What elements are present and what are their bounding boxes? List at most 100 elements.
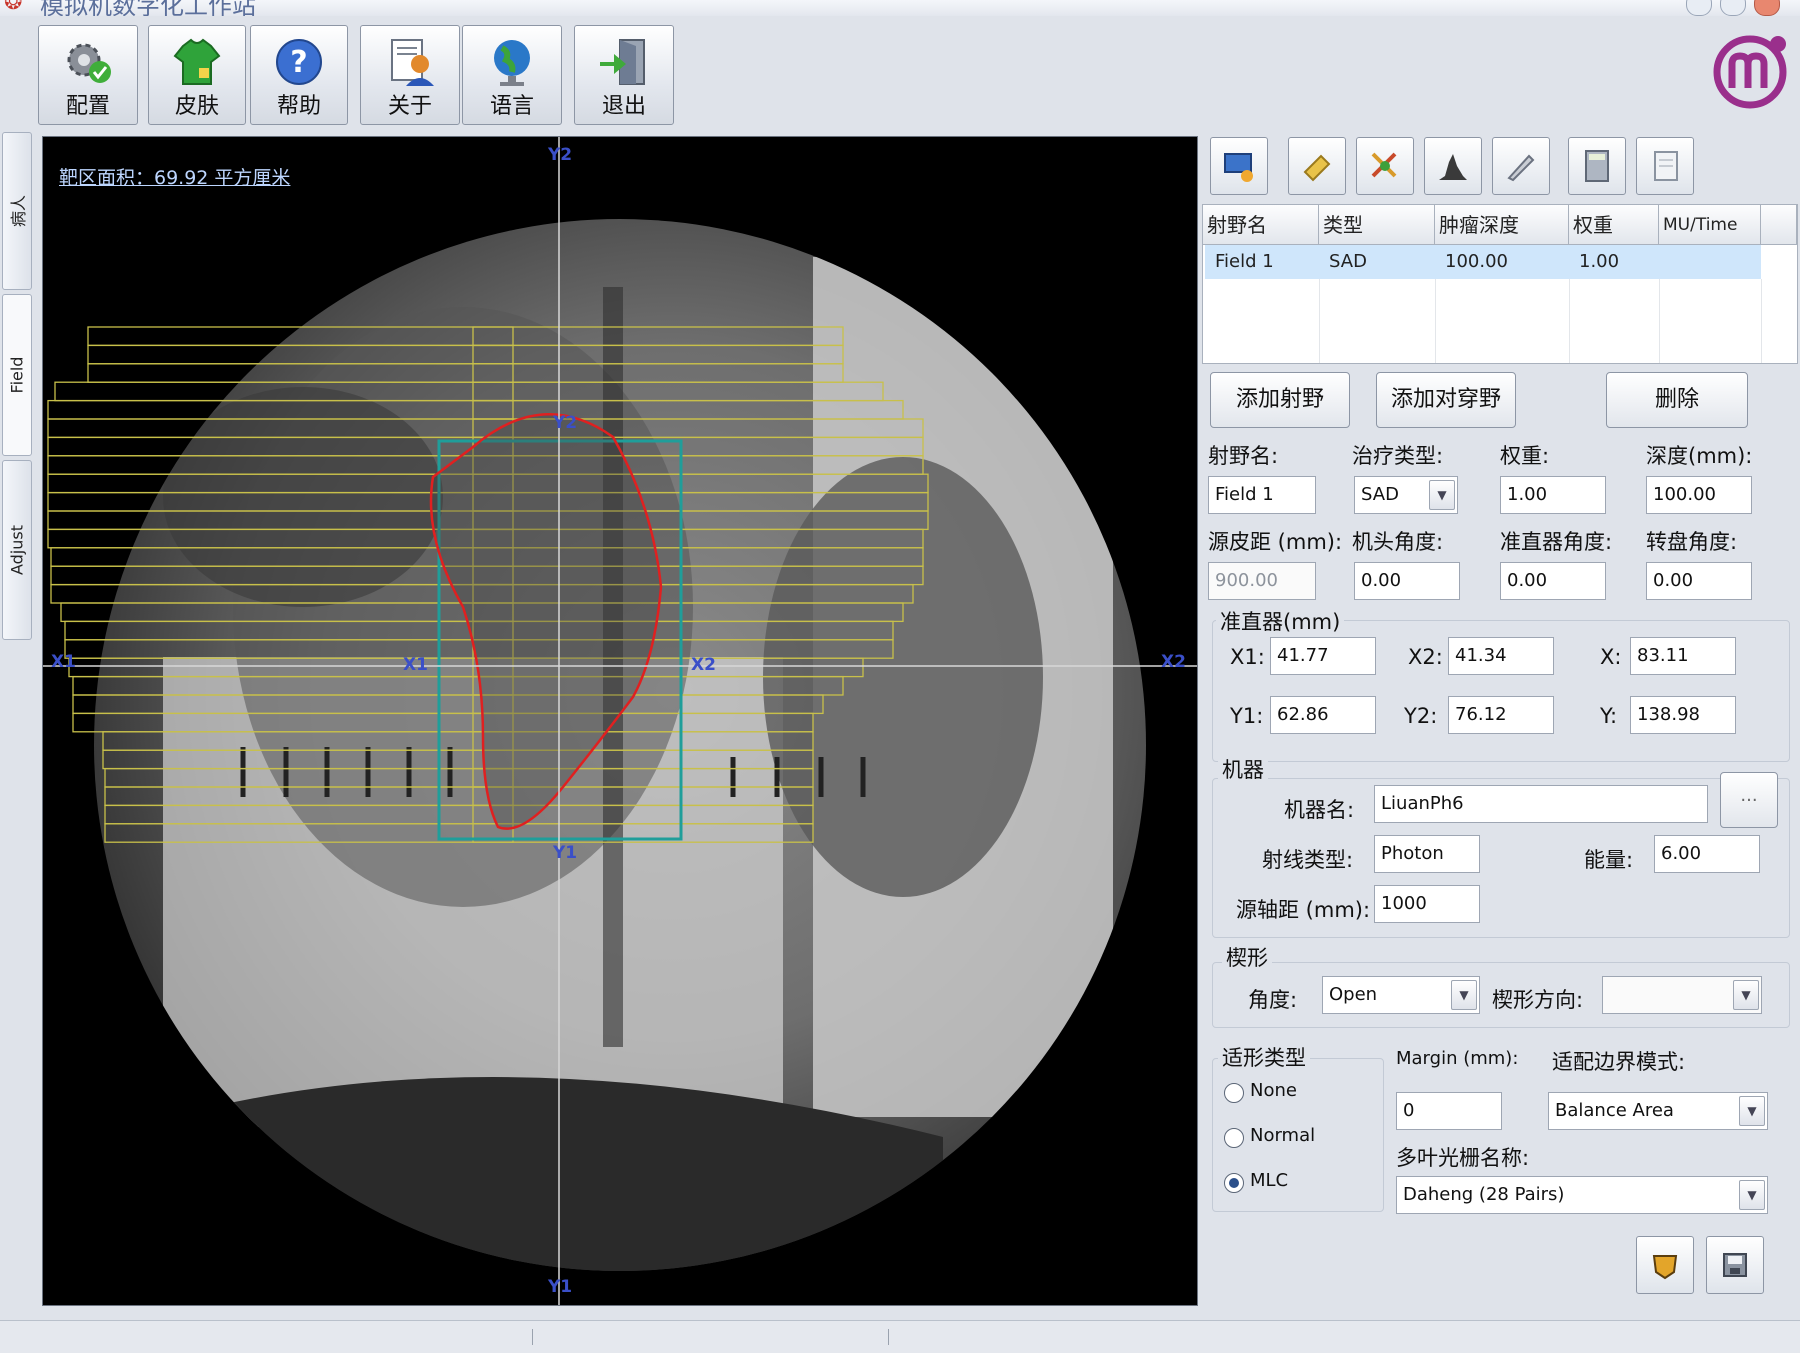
jaw-label-x2: X2 [691, 655, 716, 675]
tab-field[interactable]: Field [2, 294, 32, 456]
gantry-angle-input[interactable]: 0.00 [1354, 562, 1460, 600]
axis-label-x1: X1 [51, 652, 76, 672]
fit-mode-label: 适配边界模式: [1552, 1050, 1686, 1074]
chevron-down-icon[interactable]: ▼ [1739, 1096, 1765, 1126]
wedge-group-title: 楔形 [1222, 942, 1272, 972]
eraser-button[interactable] [1288, 137, 1346, 195]
config-label: 配置 [65, 94, 110, 119]
tab-adjust[interactable]: Adjust [2, 460, 32, 640]
pen-button[interactable] [1492, 137, 1550, 195]
wedge-direction-select[interactable]: ▼ [1602, 976, 1762, 1014]
apply-button[interactable] [1636, 1236, 1694, 1294]
exit-door-icon [575, 34, 673, 90]
x1-label: X1: [1230, 645, 1265, 669]
chevron-down-icon[interactable]: ▼ [1451, 980, 1477, 1010]
skin-button[interactable]: 皮肤 [148, 25, 246, 125]
gantry-angle-label: 机头角度: [1352, 530, 1444, 554]
add-field-button[interactable]: 添加射野 [1210, 372, 1350, 428]
simulator-image-view[interactable]: 靶区面积：69.92 平方厘米 Y2 Y1 X1 X2 Y2 Y1 X1 X2 [42, 136, 1198, 1306]
weight-label: 权重: [1500, 444, 1550, 468]
jaw-label-y1: Y1 [553, 843, 578, 863]
machine-browse-button[interactable]: ... [1720, 772, 1778, 828]
table-cell-depth[interactable]: 100.00 [1435, 245, 1569, 279]
weight-input[interactable]: 1.00 [1500, 476, 1606, 514]
radio-mlc-label[interactable]: MLC [1250, 1170, 1288, 1191]
ray-type-input[interactable]: Photon [1374, 835, 1480, 873]
wedge-direction-label: 楔形方向: [1492, 988, 1584, 1012]
y1-input[interactable]: 62.86 [1270, 696, 1376, 734]
couch-angle-input[interactable]: 0.00 [1646, 562, 1752, 600]
skin-label: 皮肤 [174, 94, 219, 119]
col-header-mu[interactable]: MU/Time [1659, 205, 1761, 245]
config-button[interactable]: 配置 [38, 25, 138, 125]
col-header-blank [1761, 205, 1797, 245]
table-cell-mu[interactable] [1659, 245, 1761, 279]
table-cell-name[interactable]: Field 1 [1205, 245, 1319, 279]
xray-anatomy [103, 257, 1113, 1271]
histogram-button[interactable] [1424, 137, 1482, 195]
col-header-name[interactable]: 射野名 [1203, 205, 1319, 245]
display-button[interactable] [1210, 137, 1268, 195]
field-table[interactable]: 射野名 类型 肿瘤深度 权重 MU/Time Field 1 SAD 100.0… [1202, 204, 1798, 364]
brand-logo [1713, 35, 1787, 109]
col-header-type[interactable]: 类型 [1319, 205, 1435, 245]
conform-type-title: 适形类型 [1218, 1042, 1310, 1072]
close-button[interactable] [1754, 0, 1780, 16]
about-button[interactable]: 关于 [360, 25, 460, 125]
radio-none[interactable] [1224, 1083, 1244, 1103]
help-button[interactable]: ? 帮助 [250, 25, 348, 125]
language-button[interactable]: 语言 [462, 25, 562, 125]
app-icon: ❂ [4, 0, 23, 15]
x-input[interactable]: 83.11 [1630, 637, 1736, 675]
exit-button[interactable]: 退出 [574, 25, 674, 125]
save-icon [1723, 1253, 1747, 1277]
add-opposed-field-button[interactable]: 添加对穿野 [1376, 372, 1516, 428]
ssd-input[interactable]: 900.00 [1208, 562, 1316, 600]
field-name-input[interactable]: Field 1 [1208, 476, 1316, 514]
tab-patient[interactable]: 病人 [2, 132, 32, 290]
shirt-icon [149, 34, 245, 90]
mlc-name-value: Daheng (28 Pairs) [1403, 1184, 1565, 1205]
mlc-name-select[interactable]: Daheng (28 Pairs) ▼ [1396, 1176, 1768, 1214]
maximize-button[interactable] [1720, 0, 1746, 16]
svg-text:?: ? [290, 45, 307, 80]
wedge-angle-select[interactable]: Open ▼ [1322, 976, 1480, 1014]
radio-mlc[interactable] [1224, 1173, 1244, 1193]
sad-input[interactable]: 1000 [1374, 885, 1480, 923]
x1-input[interactable]: 41.77 [1270, 637, 1376, 675]
collimator-angle-input[interactable]: 0.00 [1500, 562, 1606, 600]
mlc-name-label: 多叶光栅名称: [1396, 1146, 1530, 1170]
radio-normal[interactable] [1224, 1128, 1244, 1148]
tab-adjust-label: Adjust [7, 524, 27, 576]
machine-name-input[interactable]: LiuanPh6 [1374, 785, 1708, 823]
margin-input[interactable]: 0 [1396, 1092, 1502, 1130]
y2-input[interactable]: 76.12 [1448, 696, 1554, 734]
table-cell-type[interactable]: SAD [1319, 245, 1435, 279]
fit-mode-value: Balance Area [1555, 1100, 1674, 1121]
chevron-down-icon[interactable]: ▼ [1739, 1180, 1765, 1210]
minimize-button[interactable] [1686, 0, 1712, 16]
x2-input[interactable]: 41.34 [1448, 637, 1554, 675]
col-header-depth[interactable]: 肿瘤深度 [1435, 205, 1569, 245]
col-header-weight[interactable]: 权重 [1569, 205, 1659, 245]
mlc-edit-button[interactable] [1356, 137, 1414, 195]
table-cell-weight[interactable]: 1.00 [1569, 245, 1659, 279]
chevron-down-icon[interactable]: ▼ [1733, 980, 1759, 1010]
save-button[interactable] [1706, 1236, 1764, 1294]
document-button[interactable] [1636, 137, 1694, 195]
display-icon [1224, 153, 1253, 182]
shield-icon [1652, 1255, 1678, 1280]
energy-input[interactable]: 6.00 [1654, 835, 1760, 873]
fit-mode-select[interactable]: Balance Area ▼ [1548, 1092, 1768, 1130]
delete-field-button[interactable]: 删除 [1606, 372, 1748, 428]
y-input[interactable]: 138.98 [1630, 696, 1736, 734]
calculator-button[interactable] [1568, 137, 1626, 195]
radio-none-label[interactable]: None [1250, 1080, 1297, 1101]
wedge-angle-value: Open [1329, 984, 1378, 1005]
radio-normal-label[interactable]: Normal [1250, 1125, 1315, 1146]
title-bar: ❂ 模拟机数字化工作站 [0, 0, 1800, 16]
depth-input[interactable]: 100.00 [1646, 476, 1752, 514]
therapy-type-select[interactable]: SAD ▼ [1354, 476, 1458, 514]
status-divider [888, 1329, 889, 1345]
chevron-down-icon[interactable]: ▼ [1429, 480, 1455, 510]
